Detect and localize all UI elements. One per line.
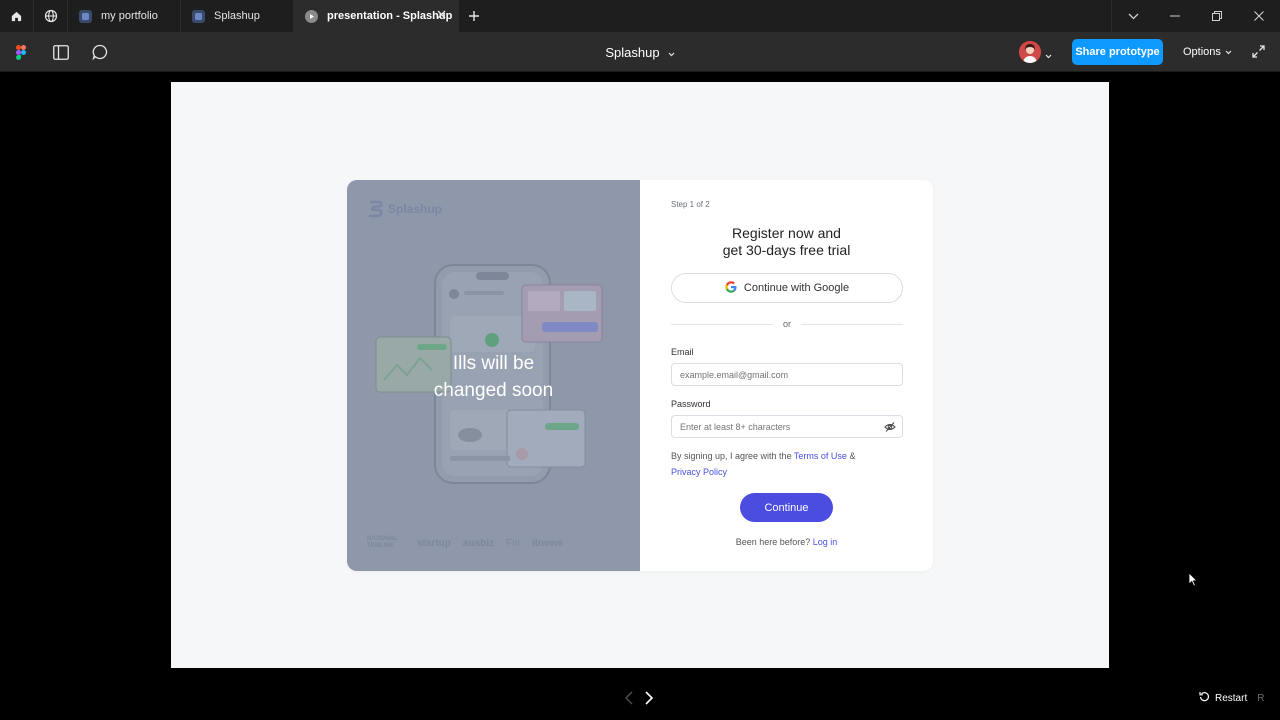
or-label: or xyxy=(783,319,792,329)
splashup-logo-icon xyxy=(368,200,383,218)
terms-text: By signing up, I agree with the Terms of… xyxy=(671,448,903,480)
brand-logo: Splashup xyxy=(367,200,442,218)
register-form: Step 1 of 2 Register now and get 30-days… xyxy=(640,180,933,571)
or-divider: or xyxy=(671,318,904,330)
password-label: Password xyxy=(671,399,711,409)
login-prompt: Been here before? Log in xyxy=(640,537,933,547)
browser-tab-strip: my portfolio Splashup presentation - Spl… xyxy=(0,0,1280,32)
placeholder-line-2: changed soon xyxy=(433,380,554,401)
globe-icon[interactable] xyxy=(34,0,68,32)
chevron-down-icon[interactable] xyxy=(1045,46,1052,64)
login-prefix: Been here before? xyxy=(735,537,813,547)
home-icon[interactable] xyxy=(0,0,34,32)
restart-button[interactable]: Restart R xyxy=(1199,691,1264,705)
continue-button[interactable]: Continue xyxy=(740,493,833,522)
press-logo-ausbiz: ausbiz xyxy=(462,537,495,549)
eye-off-icon[interactable] xyxy=(884,420,896,438)
press-logos: NATIONAL TRIBUNE startup ausbiz Fin itne… xyxy=(367,536,563,550)
terms-prefix: By signing up, I agree with the xyxy=(671,451,794,461)
prototype-frame: Splashup Ills will be changed soon NATIO… xyxy=(171,82,1109,668)
google-button-label: Continue with Google xyxy=(743,282,850,294)
next-frame-icon[interactable] xyxy=(644,691,654,710)
figma-file-icon xyxy=(192,9,205,23)
options-label: Options xyxy=(1183,46,1221,58)
mouse-cursor-icon xyxy=(1188,572,1198,592)
terms-of-use-link[interactable]: Terms of Use xyxy=(794,451,847,461)
log-in-link[interactable]: Log in xyxy=(813,537,838,547)
file-title: Splashup xyxy=(605,44,660,60)
avatar[interactable] xyxy=(1019,41,1041,63)
chevron-down-icon[interactable] xyxy=(1112,0,1154,32)
restart-label: Restart xyxy=(1215,692,1248,704)
illustration-panel: Splashup Ills will be changed soon NATIO… xyxy=(347,180,640,571)
tab-presentation-splashup[interactable]: presentation - Splashup xyxy=(294,0,459,32)
register-card: Splashup Ills will be changed soon NATIO… xyxy=(347,180,933,571)
press-logo-itnews: itnews xyxy=(531,537,564,549)
close-window-icon[interactable] xyxy=(1238,0,1280,32)
fullscreen-expand-icon[interactable] xyxy=(1252,45,1265,63)
privacy-policy-link[interactable]: Privacy Policy xyxy=(671,467,727,477)
prototype-toolbar: Splashup Share prototype Options xyxy=(0,32,1280,72)
placeholder-message: Ills will be changed soon xyxy=(347,350,640,404)
share-prototype-button[interactable]: Share prototype xyxy=(1072,39,1163,65)
heading-line-1: Register now and xyxy=(732,225,841,241)
google-icon xyxy=(725,280,737,296)
press-logo-startup: startup xyxy=(417,537,451,549)
press-logo-fin: Fin xyxy=(506,537,520,549)
window-controls xyxy=(1111,0,1280,32)
step-indicator: Step 1 of 2 xyxy=(671,200,710,209)
password-field[interactable] xyxy=(671,415,903,438)
form-heading: Register now and get 30-days free trial xyxy=(640,225,933,259)
divider-line xyxy=(671,323,773,325)
restart-icon xyxy=(1199,691,1210,705)
tab-splashup[interactable]: Splashup xyxy=(181,0,294,32)
chevron-down-icon xyxy=(668,45,675,60)
options-menu-button[interactable]: Options xyxy=(1183,39,1232,65)
tab-my-portfolio[interactable]: my portfolio xyxy=(68,0,181,32)
password-field-wrapper xyxy=(671,415,903,438)
restart-shortcut-key: R xyxy=(1257,692,1265,704)
placeholder-line-1: Ills will be xyxy=(452,353,535,374)
continue-with-google-button[interactable]: Continue with Google xyxy=(671,273,903,303)
heading-line-2: get 30-days free trial xyxy=(722,242,851,258)
tab-label: Splashup xyxy=(214,10,260,22)
press-logo-national-tribune: NATIONAL TRIBUNE xyxy=(367,536,398,549)
email-field[interactable] xyxy=(671,363,903,386)
restore-icon[interactable] xyxy=(1196,0,1238,32)
play-icon xyxy=(305,9,318,23)
chevron-down-icon xyxy=(1225,46,1232,58)
close-tab-icon[interactable] xyxy=(436,9,447,23)
terms-ampersand: & xyxy=(846,451,856,461)
new-tab-plus-icon[interactable] xyxy=(459,0,489,32)
divider-line xyxy=(801,323,904,325)
tab-label: presentation - Splashup xyxy=(327,10,453,22)
tab-label: my portfolio xyxy=(101,10,158,22)
figma-file-icon xyxy=(79,9,92,23)
minimize-icon[interactable] xyxy=(1154,0,1196,32)
brand-name: Splashup xyxy=(388,202,443,216)
previous-frame-icon[interactable] xyxy=(624,691,634,710)
email-label: Email xyxy=(671,347,694,357)
